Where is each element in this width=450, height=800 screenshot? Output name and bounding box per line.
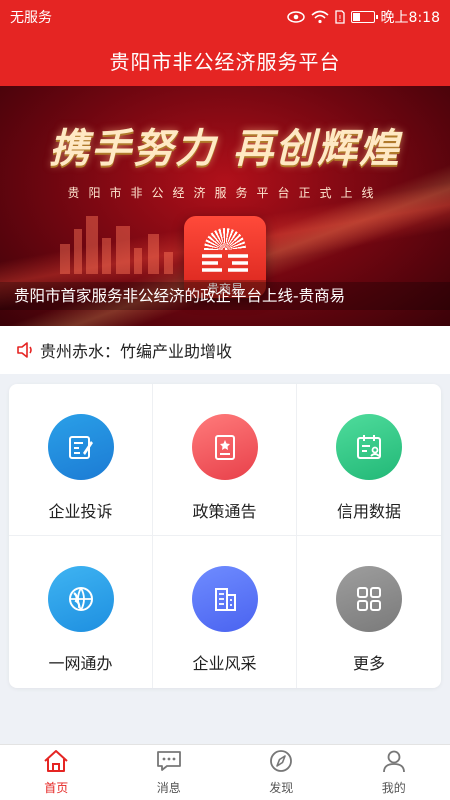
eye-icon <box>286 11 305 23</box>
battery-icon <box>350 11 378 23</box>
tab-home[interactable]: 首页 <box>0 745 113 800</box>
news-ticker[interactable]: 贵州赤水：竹编产业助增收 <box>0 326 450 374</box>
grid-item-complaint[interactable]: 企业投诉 <box>9 384 153 536</box>
grid-item-label: 信用数据 <box>336 502 401 521</box>
compass-icon <box>268 749 294 776</box>
tab-label: 消息 <box>156 781 181 795</box>
grid-item-label: 一网通办 <box>48 654 113 673</box>
message-icon <box>156 749 182 776</box>
grid-item-more[interactable]: 更多 <box>297 536 441 688</box>
complaint-icon <box>47 414 114 480</box>
app-header: 贵阳市非公经济服务平台 <box>0 34 450 86</box>
tab-label: 发现 <box>269 781 294 795</box>
banner-subtitle: 贵阳市非公经济服务平台正式上线 <box>67 186 383 200</box>
status-icons: ! 晚上8:18 <box>286 7 440 27</box>
grid-item-label: 企业风采 <box>192 654 257 673</box>
grid-item-label: 政策通告 <box>192 502 257 521</box>
tab-label: 我的 <box>381 781 406 795</box>
banner-slogan: 携手努力 再创辉煌 <box>49 125 401 172</box>
service-grid: 企业投诉 政策通告 信用数据 一网通办 企业风采 更多 <box>9 384 441 688</box>
logo-mark <box>200 252 250 274</box>
policy-icon <box>191 414 258 480</box>
clock-label: 晚上8:18 <box>380 10 440 26</box>
globe-icon <box>47 566 114 632</box>
grid-item-one-stop[interactable]: 一网通办 <box>9 536 153 688</box>
banner-carousel[interactable]: 携手努力 再创辉煌 贵阳市非公经济服务平台正式上线 贵商易 贵阳市首家服务非公经… <box>0 86 450 326</box>
home-icon <box>43 749 69 776</box>
user-icon <box>381 749 407 776</box>
status-bar: 无服务 ! 晚上8:18 <box>0 0 450 34</box>
grid-item-showcase[interactable]: 企业风采 <box>153 536 297 688</box>
tab-profile[interactable]: 我的 <box>338 745 450 800</box>
grid-item-credit[interactable]: 信用数据 <box>297 384 441 536</box>
credit-icon <box>336 414 402 480</box>
sunrise-icon <box>204 228 246 250</box>
sim-icon: ! <box>334 10 345 24</box>
page-title: 贵阳市非公经济服务平台 <box>109 49 341 74</box>
carrier-label: 无服务 <box>10 10 52 26</box>
banner-caption: 贵阳市首家服务非公经济的政企平台上线-贵商易 <box>0 282 450 310</box>
grid-item-label: 更多 <box>352 654 385 673</box>
bottom-tab-bar: 首页 消息 发现 我的 <box>0 744 450 800</box>
speaker-icon <box>16 341 34 359</box>
more-icon <box>336 566 402 632</box>
wifi-icon <box>311 10 329 24</box>
tab-discover[interactable]: 发现 <box>225 745 338 800</box>
ticker-text: 贵州赤水：竹编产业助增收 <box>40 342 233 361</box>
svg-text:!: ! <box>338 14 341 23</box>
grid-item-label: 企业投诉 <box>48 502 113 521</box>
tab-label: 首页 <box>44 781 69 795</box>
tab-messages[interactable]: 消息 <box>113 745 226 800</box>
building-icon <box>191 566 258 632</box>
grid-item-policy[interactable]: 政策通告 <box>153 384 297 536</box>
